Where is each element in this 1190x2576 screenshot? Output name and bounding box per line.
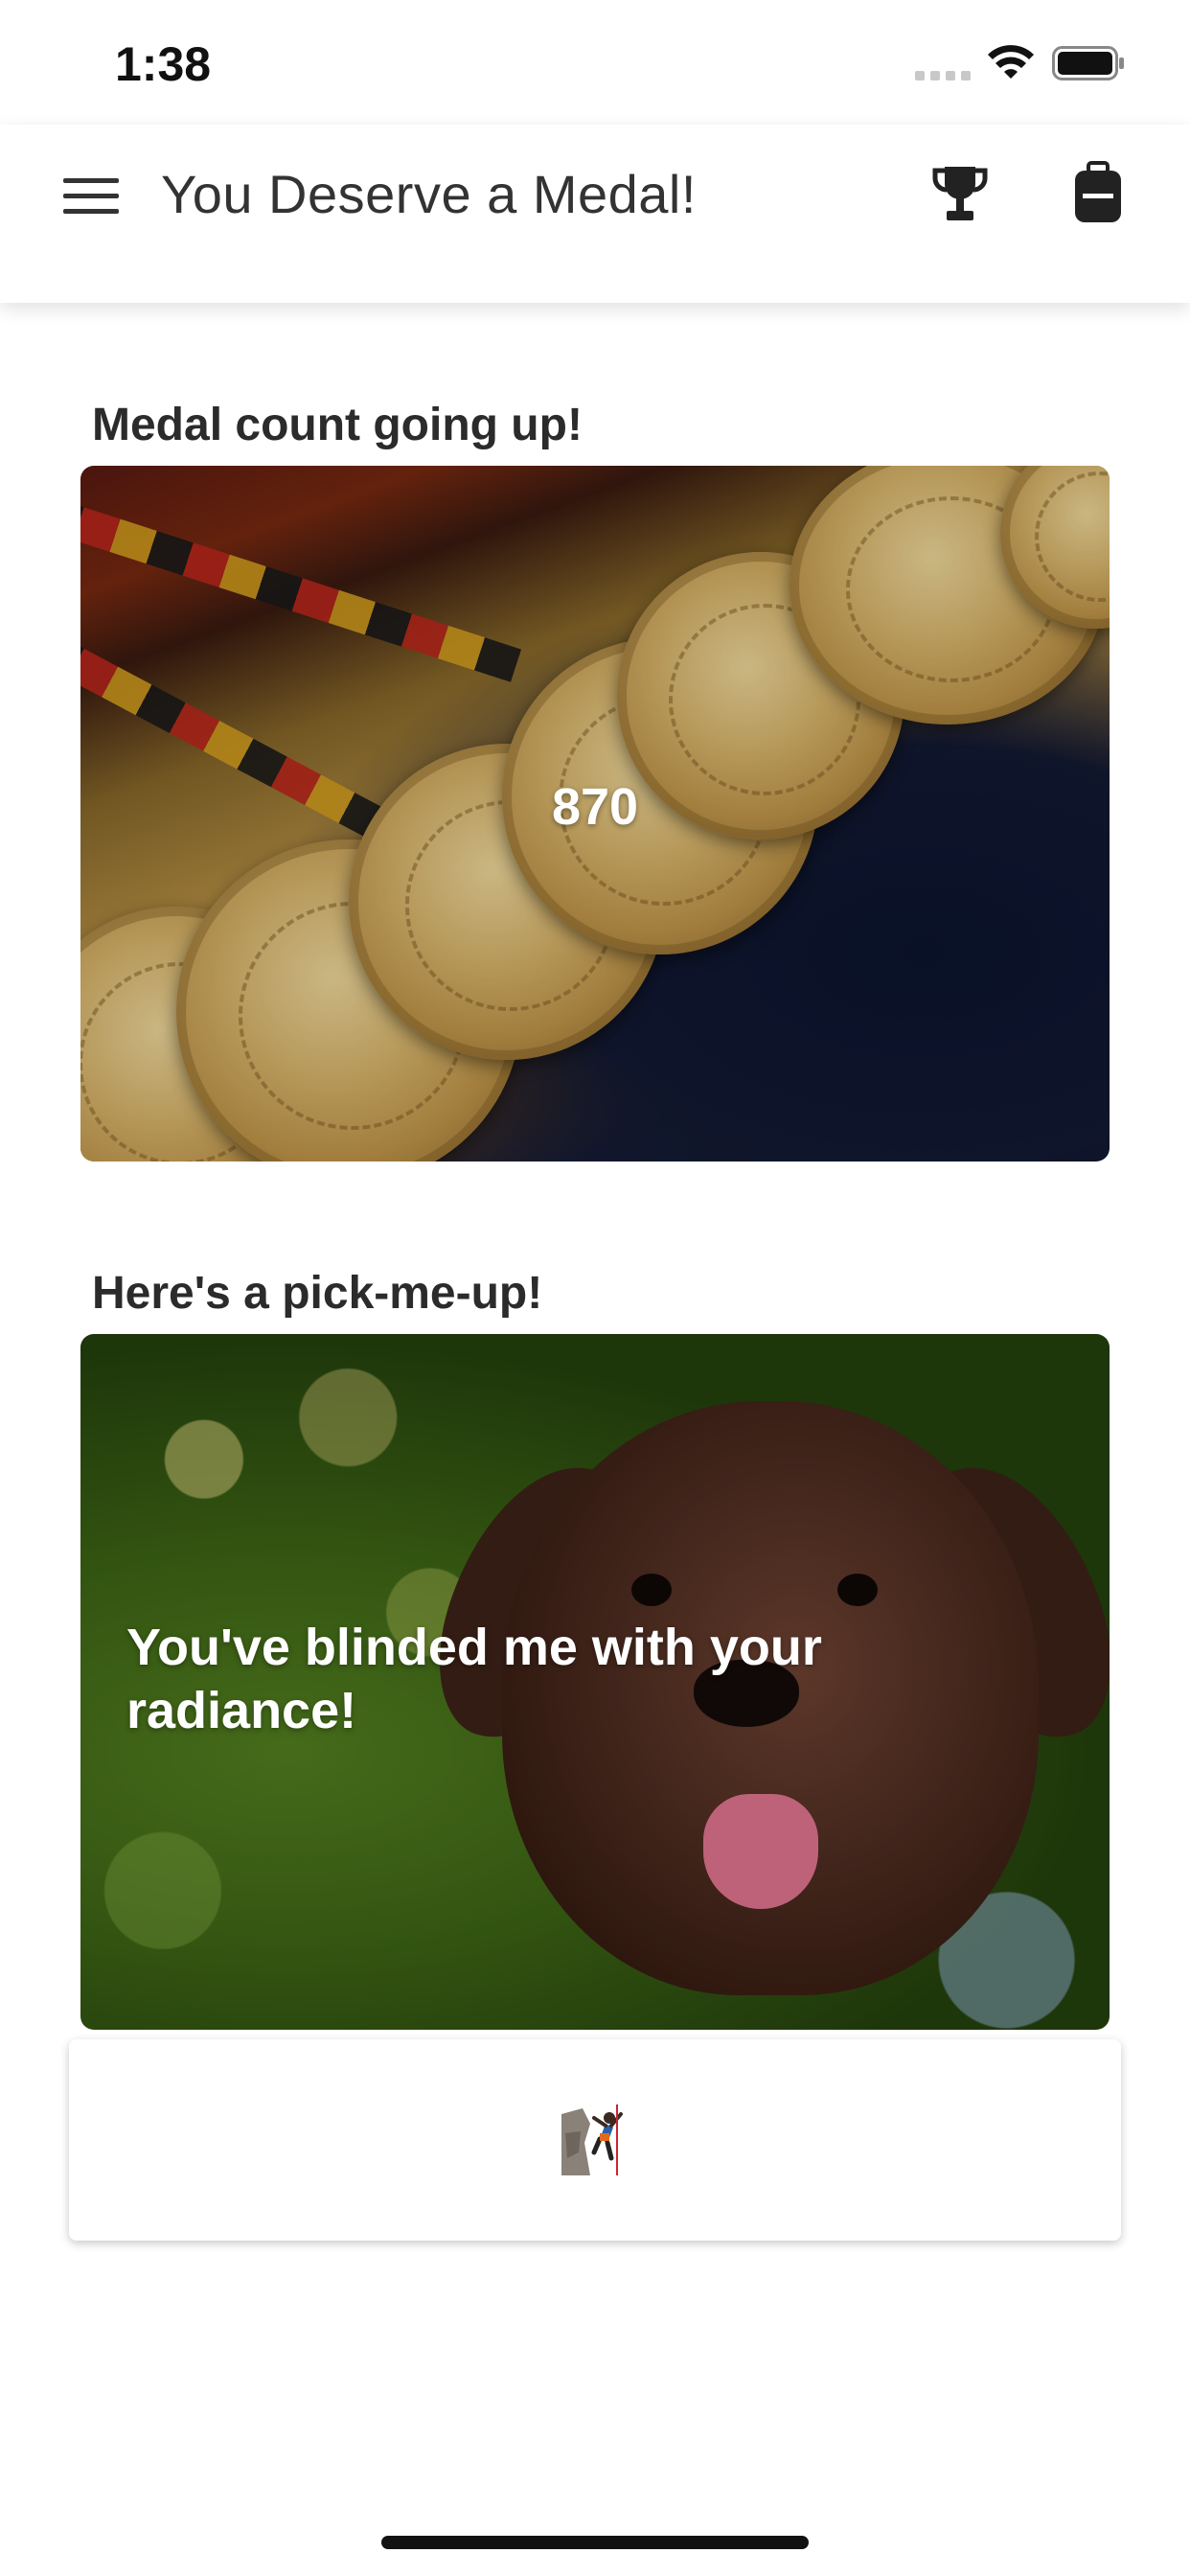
status-bar: 1:38 bbox=[0, 0, 1190, 125]
app-bar: You Deserve a Medal! bbox=[0, 125, 1190, 303]
hamburger-menu-icon[interactable] bbox=[63, 174, 119, 218]
cellular-signal-icon bbox=[915, 71, 971, 80]
pick-me-up-heading: Here's a pick-me-up! bbox=[92, 1268, 543, 1319]
medal-count-card[interactable]: 870 bbox=[80, 466, 1110, 1162]
battery-full-icon bbox=[1052, 46, 1124, 80]
status-time: 1:38 bbox=[115, 37, 212, 91]
page-title: You Deserve a Medal! bbox=[161, 164, 697, 224]
backpack-icon[interactable] bbox=[1073, 161, 1123, 224]
pick-me-up-card[interactable]: You've blinded me with your radiance! bbox=[80, 1334, 1110, 2030]
rock-climber-icon bbox=[561, 2104, 623, 2175]
medal-count-heading: Medal count going up! bbox=[92, 400, 583, 450]
home-indicator[interactable] bbox=[381, 2536, 809, 2549]
trophy-icon[interactable] bbox=[931, 163, 989, 224]
activity-card[interactable] bbox=[69, 2039, 1121, 2241]
wifi-icon bbox=[988, 45, 1034, 79]
pick-me-up-message: You've blinded me with your radiance! bbox=[126, 1619, 822, 1739]
medal-count-value: 870 bbox=[551, 778, 639, 836]
